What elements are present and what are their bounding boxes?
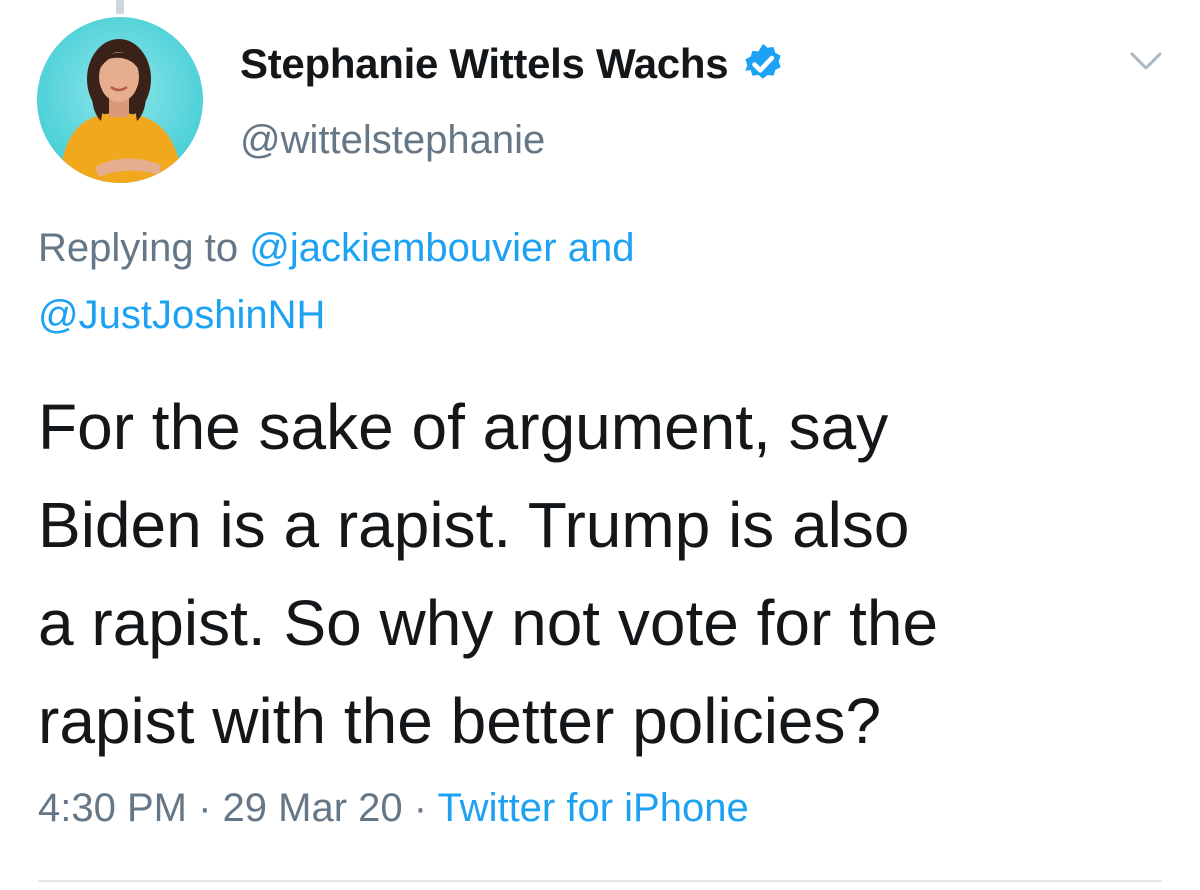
author-name-row: Stephanie Wittels Wachs <box>240 40 786 88</box>
tweet-text-line: a rapist. So why not vote for the <box>38 587 939 659</box>
verified-badge-icon <box>740 41 786 87</box>
replying-to-conjunction[interactable]: and <box>557 226 635 270</box>
mention-link-justjoshinnh[interactable]: @JustJoshinNH <box>38 293 325 337</box>
tweet-text-line: For the sake of argument, say <box>38 391 889 463</box>
meta-separator: · <box>186 786 223 830</box>
thread-connector-line <box>116 0 124 14</box>
avatar[interactable] <box>37 17 203 183</box>
tweet-text: For the sake of argument, say Biden is a… <box>38 378 1178 770</box>
replying-to-line: Replying to @jackiembouvier and <box>38 226 1158 271</box>
divider <box>38 880 1162 882</box>
tweet-source-link[interactable]: Twitter for iPhone <box>437 786 748 830</box>
author-display-name[interactable]: Stephanie Wittels Wachs <box>240 40 729 88</box>
tweet-text-line: rapist with the better policies? <box>38 685 882 757</box>
tweet-text-line: Biden is a rapist. Trump is also <box>38 489 910 561</box>
tweet-time[interactable]: 4:30 PM <box>38 786 187 830</box>
meta-separator: · <box>402 786 438 830</box>
replying-to-label: Replying to <box>38 226 250 270</box>
chevron-down-icon[interactable] <box>1126 46 1166 76</box>
tweet-date[interactable]: 29 Mar 20 <box>223 786 403 830</box>
author-handle[interactable]: @wittelstephanie <box>240 118 545 163</box>
mention-link-jackiembouvier[interactable]: @jackiembouvier <box>249 226 556 270</box>
replying-to-line-2: @JustJoshinNH <box>38 293 1158 338</box>
tweet-metadata: 4:30 PM · 29 Mar 20 · Twitter for iPhone <box>38 786 749 831</box>
